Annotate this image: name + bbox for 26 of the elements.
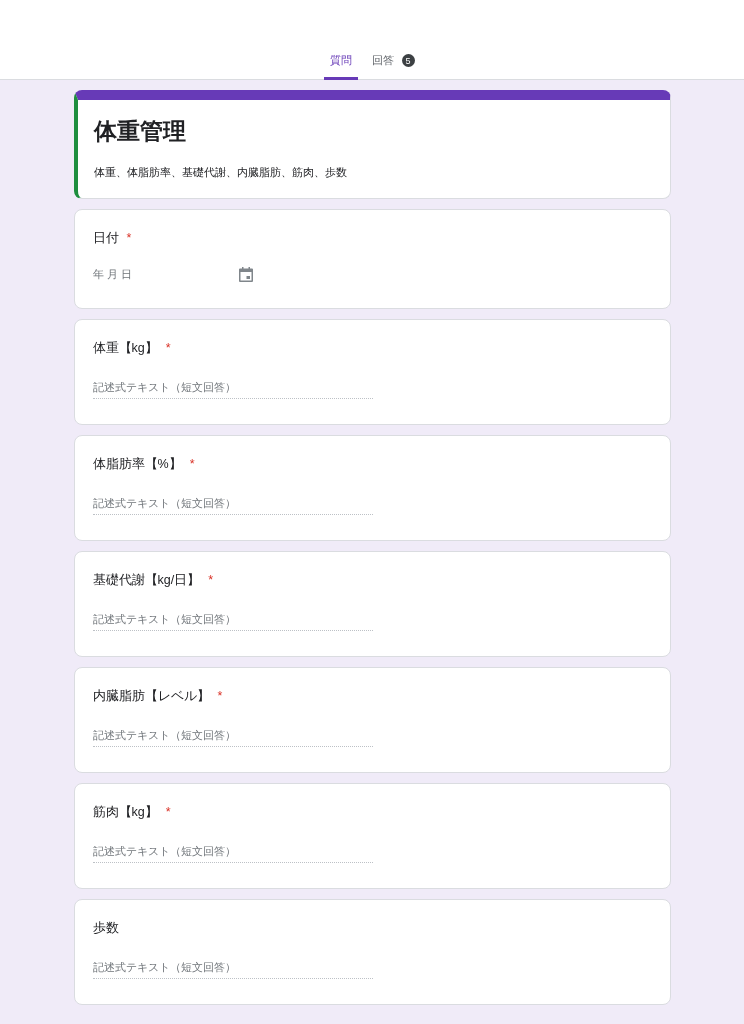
answer-field[interactable]: 記述式テキスト（短文回答） bbox=[92, 609, 373, 631]
required-mark: * bbox=[165, 341, 171, 355]
required-mark: * bbox=[189, 457, 195, 471]
question-label: 体脂肪率【%】 bbox=[92, 456, 182, 473]
required-mark: * bbox=[126, 231, 132, 245]
answer-field[interactable]: 記述式テキスト（短文回答） bbox=[92, 493, 373, 515]
form-description: 体重、体脂肪率、基礎代謝、内臓脂肪、筋肉、歩数 bbox=[93, 165, 348, 180]
required-mark: * bbox=[208, 573, 214, 587]
count-badge: 5 bbox=[401, 54, 415, 67]
tab[interactable]: 回答 5 bbox=[365, 53, 421, 80]
required-mark: * bbox=[165, 805, 171, 819]
calendar-icon bbox=[238, 267, 253, 282]
answer-field[interactable]: 記述式テキスト（短文回答） bbox=[92, 957, 373, 979]
tab[interactable]: 質問 bbox=[323, 53, 358, 80]
answer-field[interactable]: 記述式テキスト（短文回答） bbox=[92, 725, 373, 747]
question-label: 歩数 bbox=[92, 920, 119, 937]
date-field[interactable]: 年 月 日 bbox=[92, 267, 253, 282]
question-label: 筋肉【kg】 bbox=[92, 804, 158, 821]
answer-field[interactable]: 記述式テキスト（短文回答） bbox=[92, 377, 373, 399]
form-title: 体重管理 bbox=[93, 117, 187, 146]
question-label: 基礎代謝【kg/日】 bbox=[92, 572, 201, 589]
question-label: 体重【kg】 bbox=[92, 340, 158, 357]
answer-field[interactable]: 記述式テキスト（短文回答） bbox=[92, 841, 373, 863]
question-label: 日付 bbox=[92, 230, 119, 247]
required-mark: * bbox=[217, 689, 223, 703]
question-label: 内臓脂肪【レベル】 bbox=[92, 688, 210, 705]
